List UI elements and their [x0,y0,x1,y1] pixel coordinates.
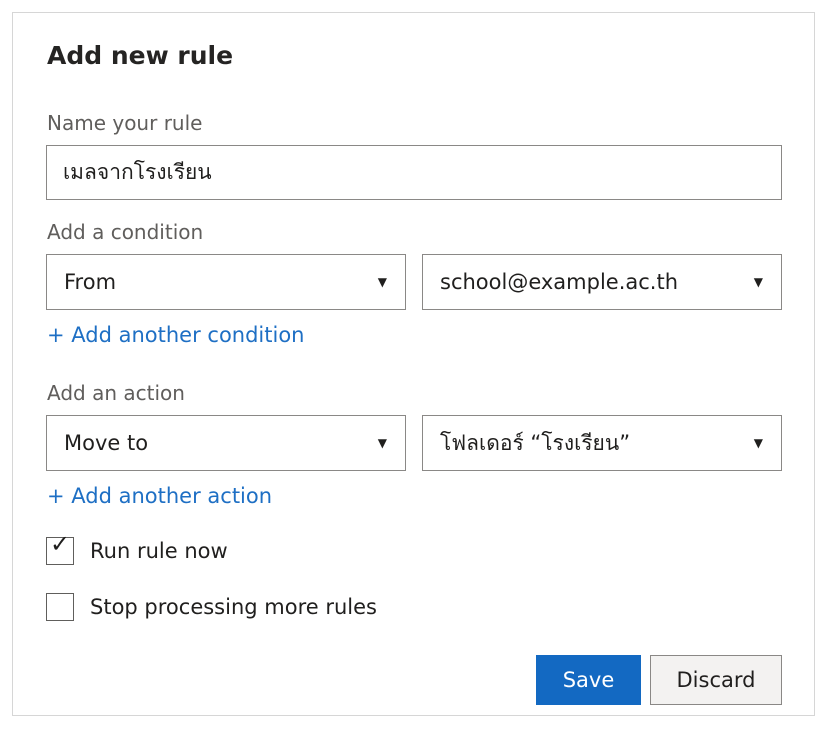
save-button[interactable]: Save [536,655,641,705]
stop-processing-label: Stop processing more rules [90,595,377,619]
action-target-value: โฟลเดอร์ “โรงเรียน” [440,430,631,455]
add-another-condition-link[interactable]: + Add another condition [47,323,305,347]
caret-down-icon: ▼ [377,275,387,289]
run-rule-now-checkbox[interactable]: ✓ [46,532,74,565]
rule-name-value: เมลจากโรงเรียน [63,160,212,184]
run-rule-now-label: Run rule now [90,539,228,563]
caret-down-icon: ▼ [377,436,387,450]
dialog-title: Add new rule [47,41,234,70]
condition-value-text: school@example.ac.th [440,270,679,294]
rule-name-label: Name your rule [47,111,203,135]
stop-processing-option[interactable]: Stop processing more rules [46,593,377,621]
condition-field-value: From [64,270,117,294]
add-another-action-link[interactable]: + Add another action [47,484,272,508]
rule-name-input[interactable]: เมลจากโรงเรียน [46,145,782,200]
check-mark-icon: ✓ [50,530,71,558]
condition-label: Add a condition [47,220,204,244]
stop-processing-checkbox[interactable] [46,593,74,621]
action-type-select[interactable]: Move to ▼ [46,415,406,471]
run-rule-now-option[interactable]: ✓ Run rule now [46,532,228,565]
action-label: Add an action [47,381,185,405]
caret-down-icon: ▼ [753,436,763,450]
condition-field-select[interactable]: From ▼ [46,254,406,310]
condition-value-select[interactable]: school@example.ac.th ▼ [422,254,782,310]
action-type-value: Move to [64,431,149,455]
discard-button[interactable]: Discard [650,655,782,705]
caret-down-icon: ▼ [753,275,763,289]
action-target-select[interactable]: โฟลเดอร์ “โรงเรียน” ▼ [422,415,782,471]
